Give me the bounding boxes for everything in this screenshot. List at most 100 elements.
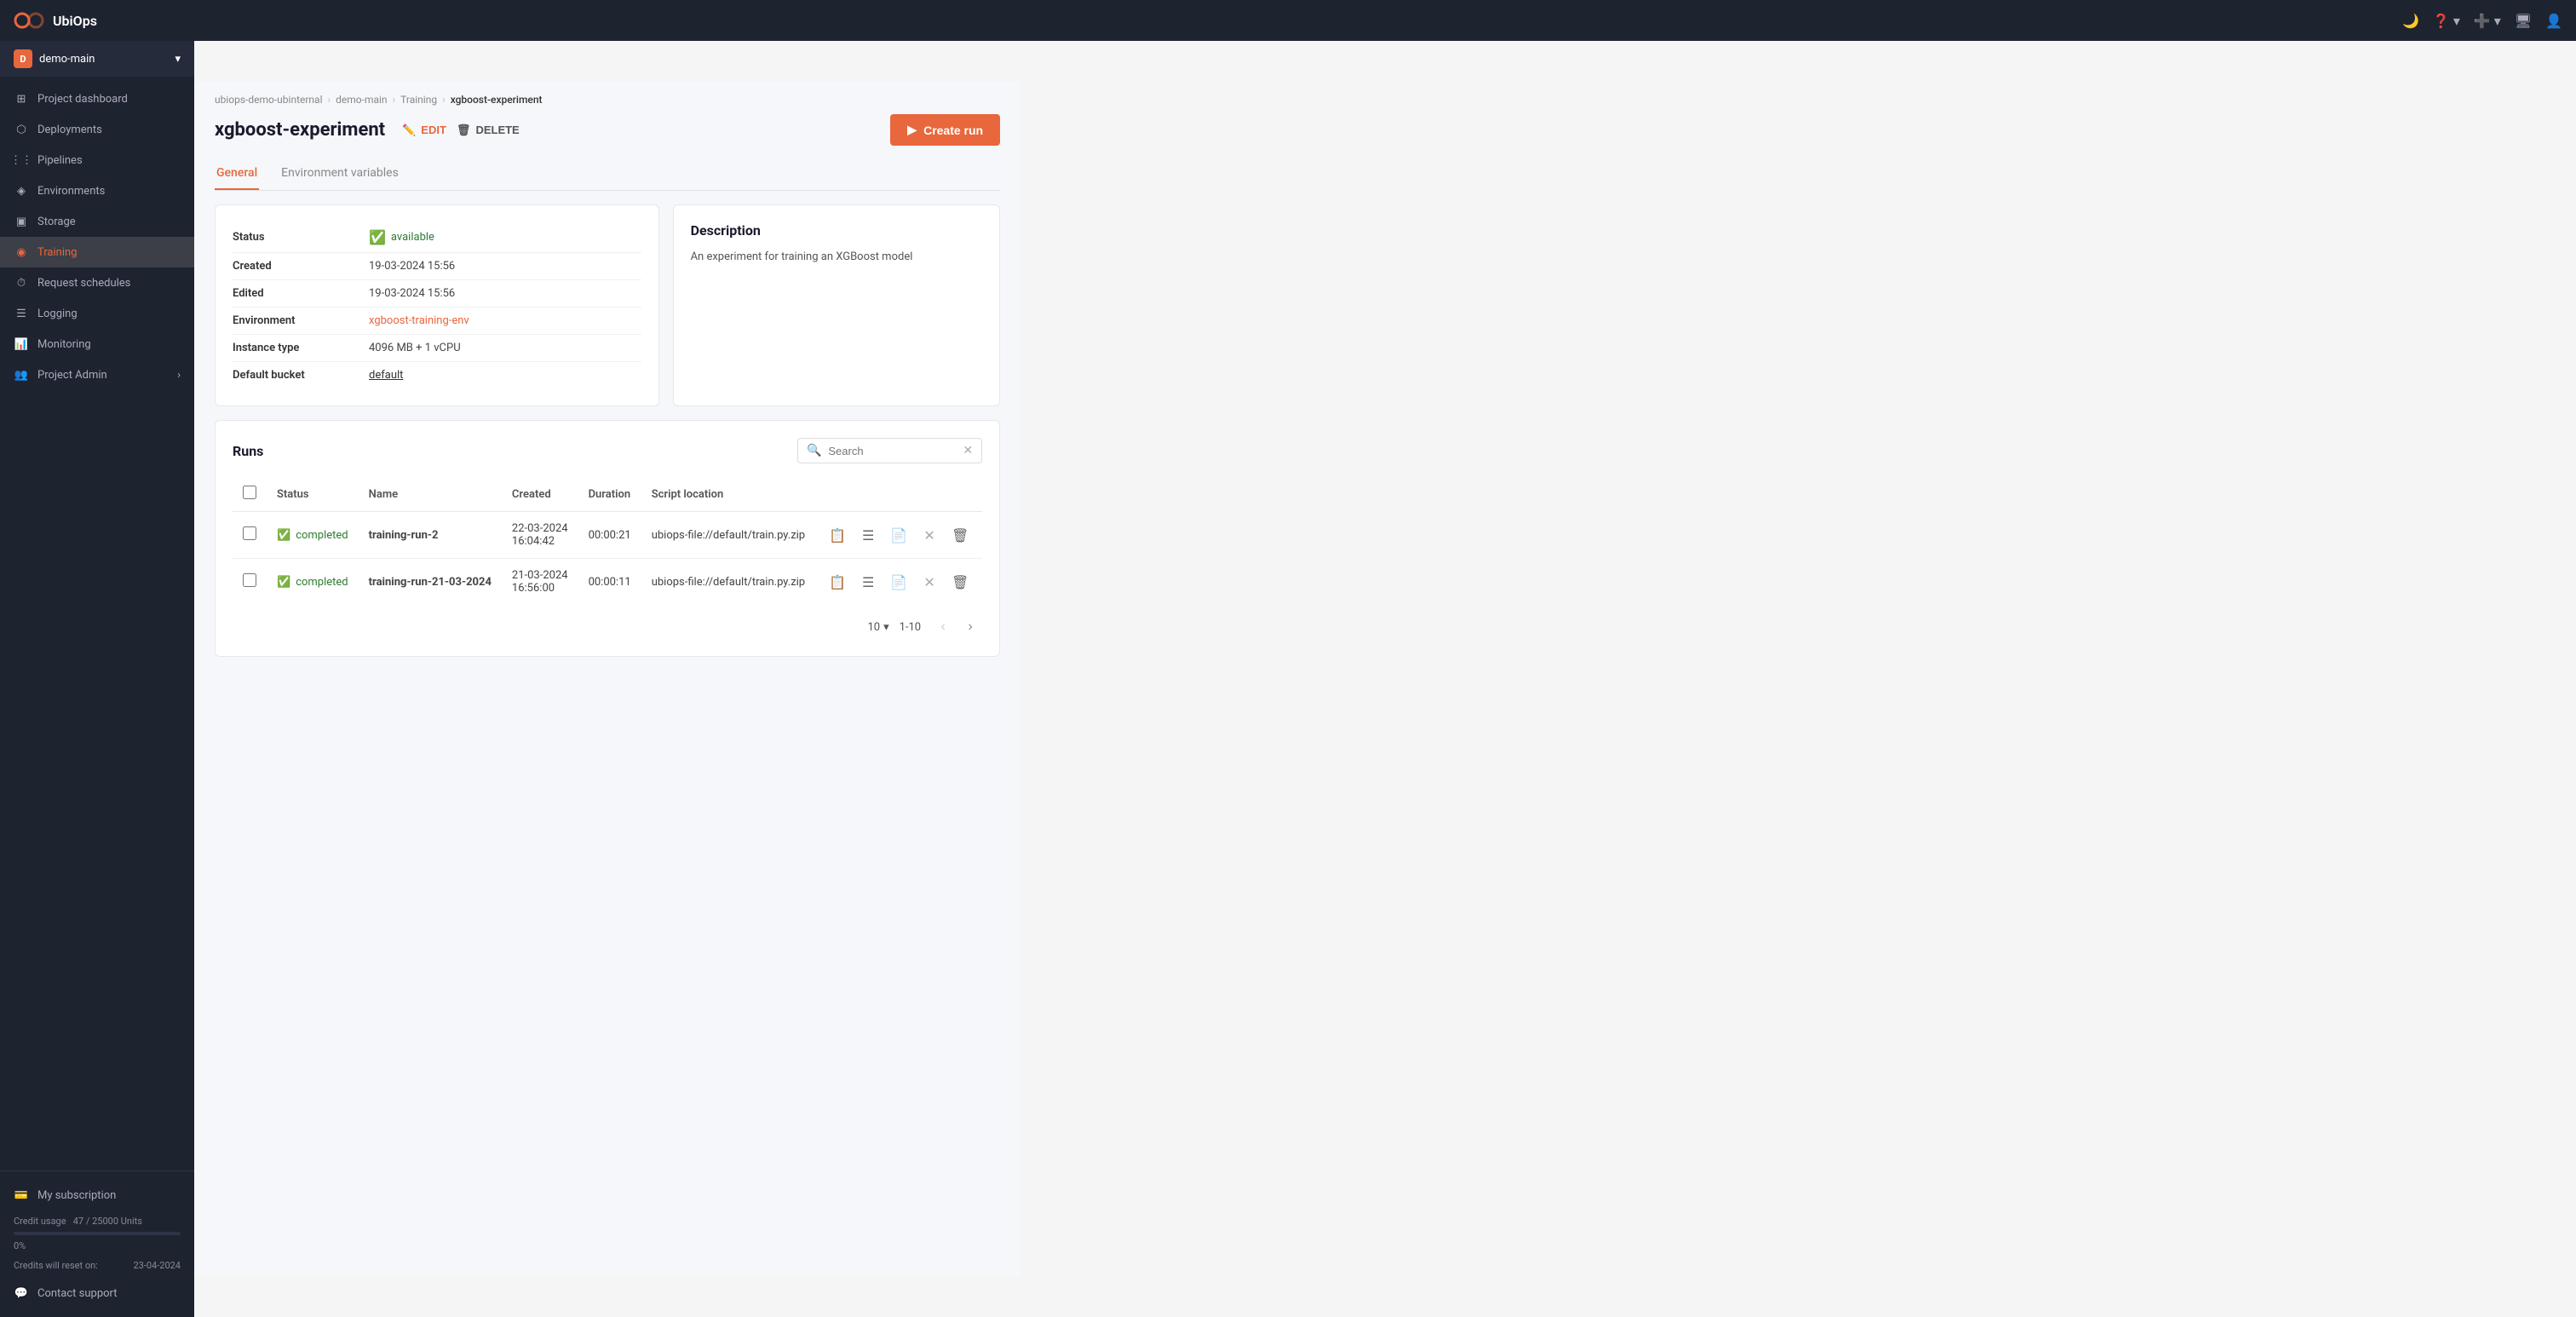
instance-type-value: 4096 MB + 1 vCPU bbox=[369, 342, 461, 354]
run-details-icon-1[interactable]: ☰ bbox=[856, 570, 880, 594]
sidebar-item-contact-support[interactable]: 💬 Contact support bbox=[0, 1278, 194, 1308]
run-delete-icon-1[interactable]: 🗑 bbox=[948, 570, 972, 594]
run-copy-icon-0[interactable]: 📄 bbox=[887, 523, 911, 547]
project-avatar: D bbox=[14, 49, 32, 68]
row-checkbox-0[interactable] bbox=[243, 526, 256, 540]
runs-header: Runs 🔍 ✕ bbox=[233, 438, 982, 463]
environment-link[interactable]: xgboost-training-env bbox=[369, 314, 469, 327]
dark-mode-icon[interactable]: 🌙 bbox=[2402, 13, 2419, 29]
table-footer: 10 ▾ 1-10 ‹ › bbox=[233, 605, 982, 639]
run-cancel-icon-1[interactable]: ✕ bbox=[917, 570, 941, 594]
sidebar-item-environments[interactable]: ◈ Environments bbox=[0, 175, 194, 206]
breadcrumb-item-1[interactable]: demo-main bbox=[336, 94, 387, 106]
breadcrumb: ubiops-demo-ubinternal › demo-main › Tra… bbox=[194, 82, 1021, 106]
breadcrumb-sep-0: › bbox=[328, 94, 331, 106]
delete-label: DELETE bbox=[475, 124, 519, 136]
description-card: Description An experiment for training a… bbox=[673, 204, 1001, 406]
logging-icon: ☰ bbox=[14, 306, 29, 321]
sidebar-item-subscription[interactable]: 💳 My subscription bbox=[0, 1180, 194, 1211]
sidebar-item-logging[interactable]: ☰ Logging bbox=[0, 298, 194, 329]
sidebar-item-storage[interactable]: ▣ Storage bbox=[0, 206, 194, 237]
delete-button[interactable]: 🗑 DELETE bbox=[457, 118, 520, 142]
completed-icon-1: ✅ bbox=[277, 576, 290, 589]
header-actions: ✏️ EDIT 🗑 DELETE bbox=[402, 118, 520, 142]
sidebar-item-pipelines[interactable]: ⋮⋮ Pipelines bbox=[0, 145, 194, 175]
credit-bar bbox=[14, 1232, 181, 1235]
info-card: Status ✅ available Created 19-03-2024 15… bbox=[215, 204, 659, 406]
user-icon[interactable]: 👤 bbox=[2545, 13, 2562, 29]
col-script-location: Script location bbox=[641, 477, 815, 512]
chevron-down-icon: ▾ bbox=[175, 53, 181, 66]
subscription-icon: 💳 bbox=[14, 1188, 29, 1203]
sidebar-nav: ⊞ Project dashboard ⬡ Deployments ⋮⋮ Pip… bbox=[0, 77, 194, 1170]
table-header: Status Name Created Duration Script loca… bbox=[233, 477, 982, 512]
edit-icon: ✏️ bbox=[402, 124, 416, 137]
run-details-icon-0[interactable]: ☰ bbox=[856, 523, 880, 547]
edited-row: Edited 19-03-2024 15:56 bbox=[233, 280, 641, 308]
page-range: 1-10 bbox=[900, 621, 922, 634]
search-box[interactable]: 🔍 ✕ bbox=[797, 438, 982, 463]
status-badge-1: ✅ completed bbox=[277, 576, 348, 589]
col-created: Created bbox=[502, 477, 578, 512]
clear-search-icon[interactable]: ✕ bbox=[963, 444, 973, 457]
training-icon: ◉ bbox=[14, 244, 29, 260]
prev-page-button[interactable]: ‹ bbox=[931, 615, 955, 639]
default-bucket-label: Default bucket bbox=[233, 369, 369, 382]
sidebar-item-label: Request schedules bbox=[37, 277, 130, 290]
edit-button[interactable]: ✏️ EDIT bbox=[402, 118, 446, 142]
sidebar-item-label: Storage bbox=[37, 216, 76, 228]
breadcrumb-sep-2: › bbox=[442, 94, 446, 106]
run-delete-icon-0[interactable]: 🗑 bbox=[948, 523, 972, 547]
breadcrumb-item-2[interactable]: Training bbox=[400, 94, 437, 106]
row-checkbox-1[interactable] bbox=[243, 573, 256, 587]
sidebar-item-label: Training bbox=[37, 246, 77, 259]
tab-env-vars[interactable]: Environment variables bbox=[279, 158, 400, 190]
credit-percent: 0% bbox=[14, 1240, 26, 1251]
content-area: ubiops-demo-ubinternal › demo-main › Tra… bbox=[194, 82, 1021, 1276]
support-icon: 💬 bbox=[14, 1285, 29, 1301]
per-page-selector[interactable]: 10 ▾ bbox=[867, 621, 888, 634]
environments-icon: ◈ bbox=[14, 183, 29, 198]
next-page-button[interactable]: › bbox=[958, 615, 982, 639]
tab-general[interactable]: General bbox=[215, 158, 259, 190]
default-bucket-row: Default bucket default bbox=[233, 362, 641, 388]
help-icon[interactable]: ❓ ▾ bbox=[2433, 13, 2460, 29]
edit-label: EDIT bbox=[421, 124, 446, 136]
status-row: Status ✅ available bbox=[233, 222, 641, 253]
monitoring-icon: 📊 bbox=[14, 336, 29, 352]
create-run-button[interactable]: ▶ Create run bbox=[890, 114, 1000, 146]
pipelines-icon: ⋮⋮ bbox=[14, 152, 29, 168]
status-badge-0: ✅ completed bbox=[277, 529, 348, 542]
status-text: available bbox=[391, 231, 434, 244]
sidebar-item-request-schedules[interactable]: ⏱ Request schedules bbox=[0, 267, 194, 298]
page-header: xgboost-experiment ✏️ EDIT 🗑 DELETE ▶ bbox=[194, 106, 1021, 146]
sidebar-item-project-dashboard[interactable]: ⊞ Project dashboard bbox=[0, 83, 194, 114]
page-title: xgboost-experiment bbox=[215, 119, 385, 141]
add-icon[interactable]: ➕ ▾ bbox=[2474, 13, 2501, 29]
search-input[interactable] bbox=[828, 445, 956, 457]
project-selector[interactable]: D demo-main ▾ bbox=[0, 41, 194, 77]
sidebar-item-deployments[interactable]: ⬡ Deployments bbox=[0, 114, 194, 145]
run-cancel-icon-0[interactable]: ✕ bbox=[917, 523, 941, 547]
delete-icon: 🗑 bbox=[457, 124, 471, 137]
select-all-checkbox[interactable] bbox=[243, 486, 256, 499]
run-actions-1: 📋 ☰ 📄 ✕ 🗑 bbox=[825, 570, 972, 594]
run-logs-icon-0[interactable]: 📋 bbox=[825, 523, 849, 547]
subscription-label: My subscription bbox=[37, 1189, 116, 1202]
col-status: Status bbox=[267, 477, 359, 512]
default-bucket-value[interactable]: default bbox=[369, 369, 403, 382]
run-script-1: ubiops-file://default/train.py.zip bbox=[641, 559, 815, 606]
breadcrumb-sep-1: › bbox=[393, 94, 396, 106]
sidebar-item-training[interactable]: ◉ Training bbox=[0, 237, 194, 267]
sidebar-item-project-admin[interactable]: 👥 Project Admin › bbox=[0, 359, 194, 390]
admin-icon: 👥 bbox=[14, 367, 29, 382]
credit-reset-date: 23-04-2024 bbox=[133, 1260, 181, 1271]
notifications-icon[interactable]: 🖥 bbox=[2515, 13, 2532, 29]
run-copy-icon-1[interactable]: 📄 bbox=[887, 570, 911, 594]
sidebar-item-label: Logging bbox=[37, 308, 78, 320]
pagination: ‹ › bbox=[931, 615, 982, 639]
sidebar-item-monitoring[interactable]: 📊 Monitoring bbox=[0, 329, 194, 359]
run-logs-icon-1[interactable]: 📋 bbox=[825, 570, 849, 594]
breadcrumb-item-0[interactable]: ubiops-demo-ubinternal bbox=[215, 94, 323, 106]
support-label: Contact support bbox=[37, 1287, 118, 1300]
